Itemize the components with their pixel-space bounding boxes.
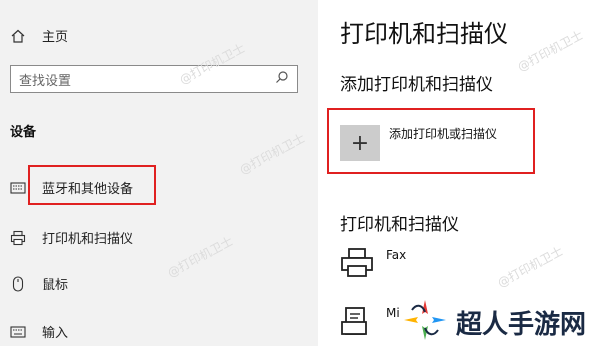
printers-section-heading: 打印机和扫描仪 (340, 215, 459, 235)
page-title: 打印机和扫描仪 (340, 20, 508, 48)
search-placeholder: 查找设置 (19, 73, 72, 89)
home-icon (10, 28, 26, 44)
printer-item-mi[interactable]: Mi (340, 306, 400, 344)
logo-text: 超人手游网 (456, 309, 587, 340)
search-icon[interactable] (275, 70, 289, 88)
sidebar-item-mouse[interactable]: 鼠标 (10, 274, 68, 293)
highlight-box-add-printer (327, 108, 535, 174)
fax-icon (340, 248, 374, 282)
sidebar-item-label: 输入 (42, 326, 69, 341)
printer-name: Fax (386, 248, 407, 262)
printer-document-icon (340, 306, 374, 344)
printer-name: Mi (386, 306, 400, 320)
search-input[interactable]: 查找设置 (10, 65, 298, 93)
site-logo: 超人手游网 (402, 298, 586, 346)
nav-home-label: 主页 (42, 30, 69, 45)
nav-home[interactable]: 主页 (10, 26, 68, 45)
printer-item-fax[interactable]: Fax (340, 248, 406, 282)
keyboard-device-icon (10, 180, 26, 196)
sidebar-item-typing[interactable]: 输入 (10, 322, 68, 341)
add-section-heading: 添加打印机和扫描仪 (340, 75, 493, 95)
sidebar-item-label: 鼠标 (42, 278, 69, 293)
printer-icon (10, 230, 26, 246)
logo-icon (402, 298, 448, 346)
keyboard-icon (10, 324, 26, 340)
sidebar-item-printers[interactable]: 打印机和扫描仪 (10, 228, 133, 247)
sidebar-item-label: 打印机和扫描仪 (42, 232, 134, 247)
highlight-box-bluetooth (28, 165, 156, 205)
mouse-icon (10, 275, 26, 292)
section-heading-devices: 设备 (10, 125, 37, 140)
